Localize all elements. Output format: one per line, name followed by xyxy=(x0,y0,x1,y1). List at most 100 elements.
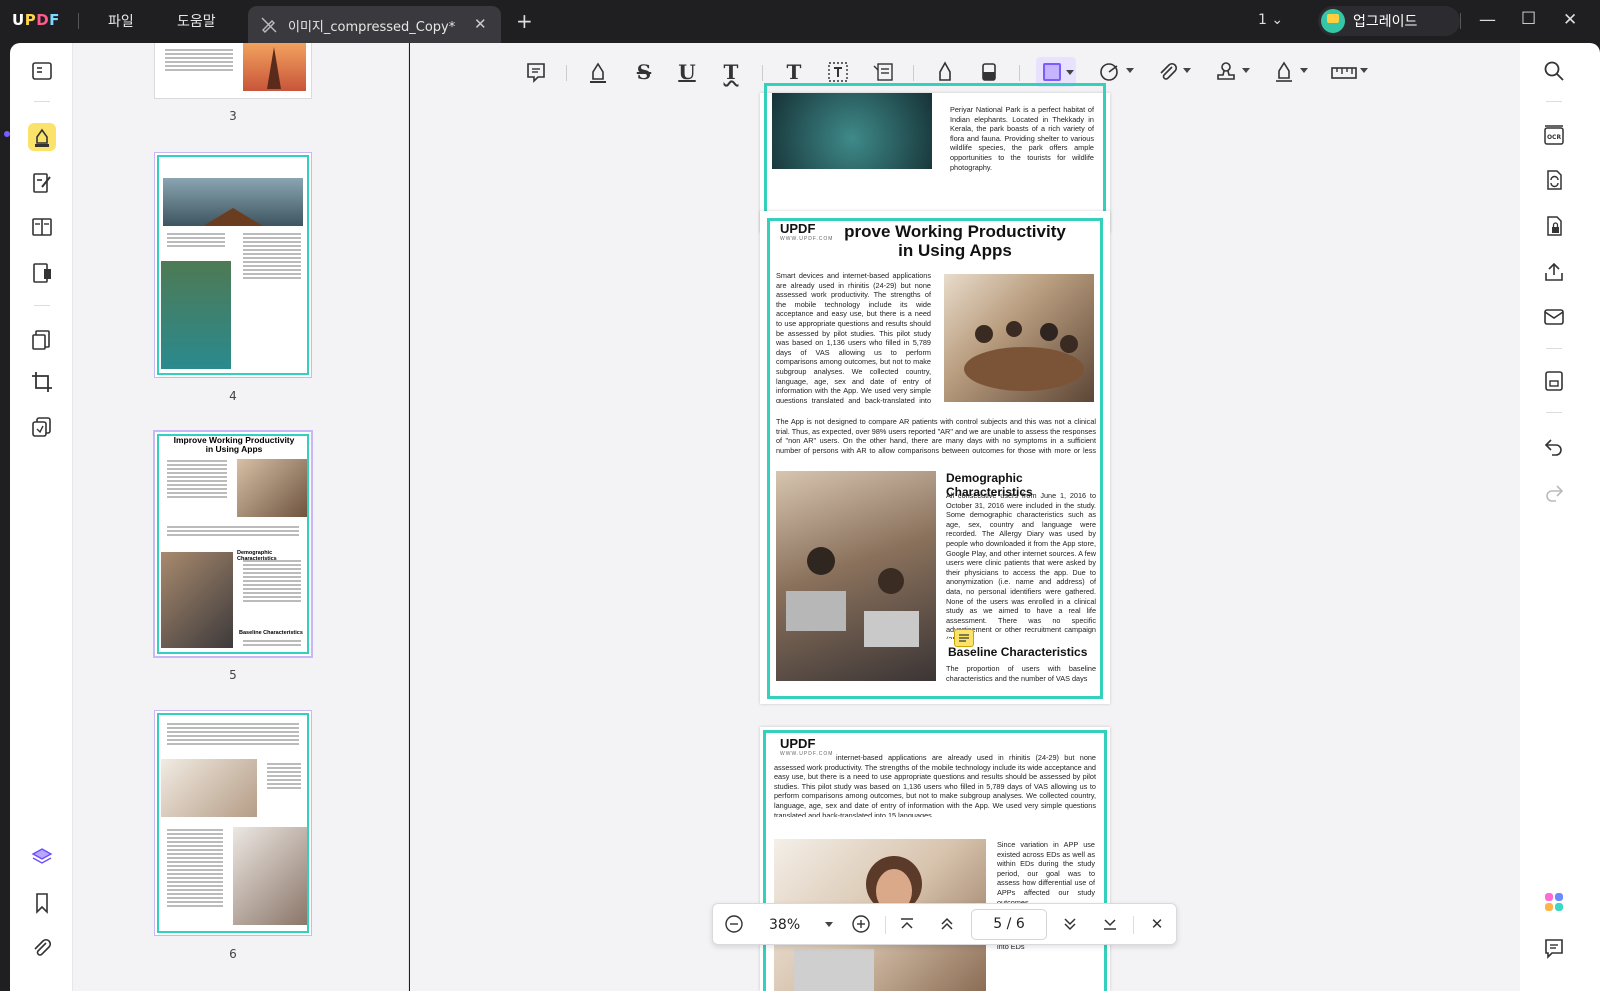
page-thumbnail-3[interactable] xyxy=(155,43,311,98)
divider xyxy=(913,65,914,81)
chevron-down-icon xyxy=(1066,70,1074,75)
underline-icon[interactable]: U xyxy=(675,60,699,84)
divider xyxy=(1460,13,1461,29)
form-icon[interactable] xyxy=(30,261,54,285)
minimize-icon[interactable]: — xyxy=(1479,10,1496,30)
comments-list-icon[interactable] xyxy=(1542,936,1566,960)
left-toolbar xyxy=(4,43,73,991)
sticky-note-annotation-icon[interactable] xyxy=(954,629,974,647)
ocr-icon[interactable]: OCR xyxy=(1542,123,1566,147)
close-tab-icon[interactable]: ✕ xyxy=(474,15,487,33)
divider xyxy=(1546,101,1562,102)
document-tab[interactable]: 이미지_compressed_Copy* ✕ xyxy=(248,6,501,43)
layers-icon[interactable] xyxy=(30,845,54,869)
thumb-text xyxy=(159,47,239,73)
title-line-1: prove Working Productivity xyxy=(844,222,1066,241)
convert-icon[interactable] xyxy=(30,415,54,439)
page-thumbnail-6[interactable] xyxy=(155,711,311,935)
chevron-down-icon[interactable] xyxy=(1126,68,1134,73)
signature-icon[interactable] xyxy=(1272,60,1296,84)
river-photo xyxy=(772,93,932,169)
highlight-icon[interactable] xyxy=(586,60,610,84)
upgrade-button[interactable]: 업그레이드 xyxy=(1318,6,1460,36)
thumb-heading: Baseline Characteristics xyxy=(239,630,303,636)
page-thumbnail-4[interactable] xyxy=(155,153,311,377)
convert-pdf-icon[interactable] xyxy=(1542,168,1566,192)
crop-icon[interactable] xyxy=(30,370,54,394)
menu-file[interactable]: 파일 xyxy=(108,11,134,31)
protect-icon[interactable] xyxy=(1542,214,1566,238)
baseline-paragraph: The proportion of users with baseline ch… xyxy=(946,664,1096,683)
bookmark-icon[interactable] xyxy=(30,891,54,915)
new-tab-button[interactable]: + xyxy=(516,9,533,33)
save-icon[interactable] xyxy=(1542,369,1566,393)
squiggly-icon[interactable]: T xyxy=(719,60,743,84)
maximize-icon[interactable]: ☐ xyxy=(1521,9,1536,29)
thumb-image xyxy=(163,178,303,226)
svg-text:OCR: OCR xyxy=(1547,134,1562,141)
last-page-icon[interactable] xyxy=(1100,914,1120,934)
thumb-text xyxy=(161,721,305,747)
attach-file-icon[interactable] xyxy=(1156,60,1180,84)
divider xyxy=(34,305,50,306)
intro-paragraph: Smart devices and internet-based applica… xyxy=(776,271,931,403)
edit-pdf-icon[interactable] xyxy=(30,171,54,195)
ai-assistant-icon[interactable] xyxy=(1542,890,1566,914)
shapes-icon[interactable] xyxy=(1098,60,1122,84)
zoom-out-icon[interactable] xyxy=(724,914,744,934)
thumb-text xyxy=(161,458,233,500)
demographic-paragraph: All consecutive users from June 1, 2016 … xyxy=(946,491,1096,639)
updf-window: UPDF 파일 도움말 이미지_compressed_Copy* ✕ + 1 ⌄… xyxy=(0,0,1600,991)
close-icon[interactable]: ✕ xyxy=(1147,914,1167,934)
first-page-icon[interactable] xyxy=(897,914,917,934)
divider xyxy=(34,101,50,102)
current-page: 5 xyxy=(993,916,1003,932)
page-dropdown[interactable]: 1 ⌄ xyxy=(1258,12,1283,28)
eraser-icon[interactable] xyxy=(977,60,1001,84)
thumb-image xyxy=(161,759,257,817)
text-box-icon[interactable] xyxy=(826,60,850,84)
text-callout-icon[interactable] xyxy=(871,60,895,84)
close-window-icon[interactable]: ✕ xyxy=(1563,10,1577,30)
pdf-page-5[interactable]: UPDF WWW.UPDF.COM prove Working Productiv… xyxy=(760,211,1110,704)
pdf-page-6[interactable]: UPDF WWW.UPDF.COM internet-based applicat… xyxy=(760,727,1110,991)
page-thumbnail-5[interactable]: Improve Working Productivity in Using Ap… xyxy=(155,432,311,656)
divider xyxy=(1019,65,1020,81)
undo-icon[interactable] xyxy=(1542,434,1566,458)
sticky-note-icon[interactable] xyxy=(524,60,548,84)
email-icon[interactable] xyxy=(1542,305,1566,329)
zoom-percent[interactable]: 38% xyxy=(769,917,800,933)
search-icon[interactable] xyxy=(1542,59,1566,83)
measure-icon[interactable] xyxy=(1330,60,1357,84)
text-comment-icon[interactable]: T xyxy=(782,60,806,84)
chevron-down-icon[interactable] xyxy=(1242,68,1250,73)
page-number-field[interactable]: 5 / 6 xyxy=(971,909,1047,940)
chevron-down-icon[interactable] xyxy=(825,922,833,927)
redo-icon[interactable] xyxy=(1542,480,1566,504)
strikethrough-icon[interactable]: S xyxy=(632,60,656,84)
previous-page-icon[interactable] xyxy=(937,914,957,934)
reader-mode-icon[interactable] xyxy=(30,59,54,83)
attachment-icon[interactable] xyxy=(30,936,54,960)
organize-pages-icon[interactable] xyxy=(30,215,54,239)
chevron-down-icon[interactable] xyxy=(1360,68,1368,73)
divider xyxy=(1546,348,1562,349)
page-separator: / xyxy=(1006,916,1012,932)
zoom-navigation-bar: 38% 5 / 6 ✕ xyxy=(712,903,1177,945)
title-bar: UPDF 파일 도움말 이미지_compressed_Copy* ✕ + 1 ⌄… xyxy=(0,0,1600,43)
zoom-in-icon[interactable] xyxy=(851,914,871,934)
chevron-down-icon[interactable] xyxy=(1300,68,1308,73)
page-tools-icon[interactable] xyxy=(30,328,54,352)
chevron-down-icon[interactable] xyxy=(1183,68,1191,73)
pencil-icon[interactable] xyxy=(933,60,957,84)
stamp-icon[interactable] xyxy=(1214,60,1238,84)
total-pages: 6 xyxy=(1015,916,1025,932)
next-page-icon[interactable] xyxy=(1060,914,1080,934)
thumb-text xyxy=(161,827,229,909)
thumbnail-panel: 3 4 Improve Working Productivity in Usin… xyxy=(73,43,409,991)
page-title: prove Working Productivity in Using Apps xyxy=(820,222,1090,260)
page-number-5: 5 xyxy=(229,668,237,682)
comment-mode-icon[interactable] xyxy=(28,123,56,151)
menu-help[interactable]: 도움말 xyxy=(177,11,216,31)
share-icon[interactable] xyxy=(1542,260,1566,284)
